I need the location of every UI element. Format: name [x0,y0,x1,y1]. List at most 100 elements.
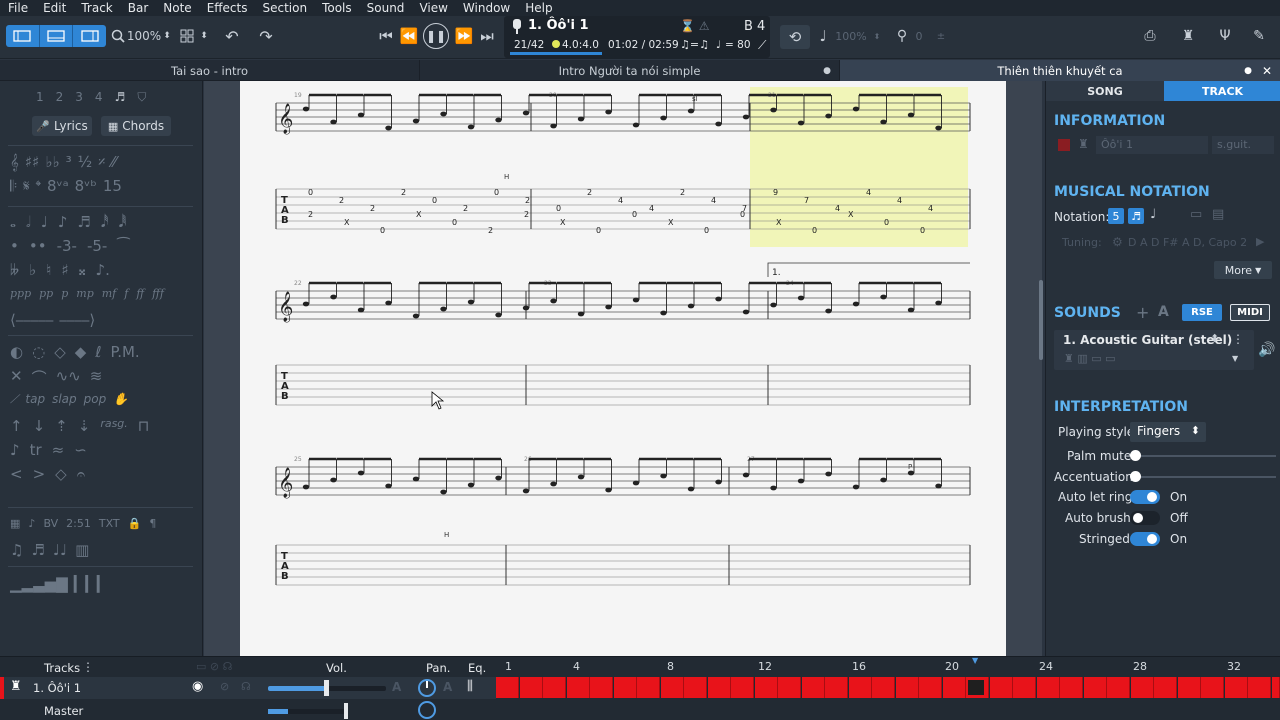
song-progress-bar[interactable] [510,52,602,55]
sharps-icon[interactable]: ♯♯ [25,153,40,171]
tuning-arrow-icon[interactable]: ▶ [1256,235,1264,248]
track-bar-cell[interactable] [613,677,637,698]
track-bar-cell[interactable] [872,677,895,698]
transpose-stepper-icon[interactable]: ± [934,25,948,47]
menu-bar-item[interactable]: Bar [120,1,156,15]
pan-knob[interactable] [418,679,436,697]
track-bar-cell[interactable] [496,677,519,698]
thirtysecond-note-icon[interactable]: 𝅘𝅥𝅰 [101,213,109,231]
track-bar-cell[interactable] [684,677,707,698]
view-left-panel-icon[interactable] [6,25,40,47]
pilcrow-icon[interactable]: ¶ [149,517,156,530]
track-bar-cell[interactable] [801,677,825,698]
tab-thien-thien[interactable]: Thiên thiên khuyết ca ● ✕ [840,60,1280,81]
strum-icon[interactable]: ▥ [75,541,89,559]
triplet-icon[interactable]: ³ [66,153,72,171]
speaker-icon[interactable]: 🔊 [1258,342,1275,358]
track-volume-handle[interactable] [324,680,329,696]
bar-marker-1[interactable]: 1 [505,660,512,673]
master-volume-handle[interactable] [344,703,348,719]
volume-automation-icon[interactable]: A [392,680,401,694]
triplet-3-icon[interactable]: -3- [57,237,77,255]
track-bar-cell[interactable] [590,677,613,698]
bar-marker-16[interactable]: 16 [852,660,866,673]
track-color-swatch[interactable] [1058,139,1070,151]
tap-button[interactable]: tap [25,392,45,407]
vibrato-icon[interactable]: ∿∿ [56,367,81,388]
voice-3-button[interactable]: 3 [75,90,83,105]
natural-icon[interactable]: ♮ [46,261,51,279]
accentuation-slider[interactable] [1138,476,1276,478]
ottava-icon[interactable]: 8ᵛᵃ [47,177,69,195]
menu-edit[interactable]: Edit [35,1,73,15]
track-bar-cell[interactable] [1201,677,1224,698]
segno-icon[interactable]: 𝄋 [23,177,29,195]
score-notation[interactable]: 𝄞TAB192021𝄞TAB222324𝄞TAB2526270222020202… [240,81,1006,656]
rewind-icon[interactable]: ⏪ [398,25,420,47]
sound-bank-box[interactable]: 1. Acoustic Guitar (steel) ⬍ ⋮ ♜ ▥ ▭ ▭ ▼ [1054,330,1254,370]
sixtyfourth-note-icon[interactable]: 𝅘𝅥𝅱 [119,213,127,231]
dyn-f[interactable]: f [124,287,128,300]
crescendo-icon[interactable]: ⟨⎯⎯⎯⎯⎯ [10,311,53,329]
upstroke-icon[interactable]: ↑ [10,417,23,435]
visibility-eye-icon[interactable]: ◉ [192,679,203,694]
dyn-ppp[interactable]: ppp [10,287,31,300]
dyn-fff[interactable]: fff [152,287,164,300]
playhead-marker-icon[interactable]: ▼ [972,656,978,665]
track-row-name[interactable]: 1. Ôô'i 1 [33,681,81,695]
sound-signal-chain-icon[interactable]: ♜ ▥ ▭ ▭ [1064,352,1116,365]
chord-grid-icon[interactable]: ▦ [10,517,20,530]
redo-icon[interactable]: ↷ [254,25,278,47]
multi-voice-icon[interactable]: ♬ [115,90,126,105]
metronome-icon[interactable]: ⌛ ⚠ [680,19,710,33]
tuning-gear-icon[interactable]: ⚙ [1112,235,1123,249]
slide-icon[interactable]: ⟋ [10,392,18,407]
track-name-field[interactable]: Ôô'i 1 [1096,136,1208,154]
current-bar-cell[interactable] [968,680,984,695]
zoom-stepper-icon[interactable]: ⬍ [161,25,173,47]
voice-2-button[interactable]: 2 [56,90,64,105]
bar-marker-4[interactable]: 4 [573,660,580,673]
midi-button[interactable]: MIDI [1230,304,1270,321]
note-text-icon[interactable]: ♪ [28,517,35,530]
tab-close-icon[interactable]: ✕ [1262,64,1272,78]
fast-forward-icon[interactable]: ⏩ [453,25,475,47]
tempo-stepper-icon[interactable]: ⬍ [872,25,882,47]
eighth-note-icon[interactable]: ♪ [58,213,68,231]
track-bar-cell[interactable] [519,677,543,698]
slap-button[interactable]: slap [52,392,77,407]
hand-icon[interactable]: ✋ [113,392,128,407]
track-bar-cell[interactable] [848,677,872,698]
track-bar-cell[interactable] [707,677,731,698]
track-bar-cell[interactable] [1154,677,1177,698]
tab-intro-nguoi-ta[interactable]: Intro Người ta nói simple ● [420,60,840,81]
auto-brush-toggle[interactable] [1130,511,1160,525]
barre-button[interactable]: BV [43,517,58,530]
fraction-icon[interactable]: ½ [78,153,93,171]
track-bar-cell[interactable] [1224,677,1248,698]
menu-sound[interactable]: Sound [359,1,412,15]
track-short-name-field[interactable]: s.guit. [1212,136,1274,154]
track-bar-cell[interactable] [895,677,919,698]
half-note-icon[interactable]: 𝅗𝅥 [26,213,31,231]
repeat-icon[interactable]: 𝄆 [10,177,17,195]
accent-icon[interactable]: ◇ [54,343,66,361]
tie-icon[interactable]: ⁀ [117,237,129,255]
ottava-bassa-icon[interactable]: 8ᵛᵇ [75,177,97,195]
automation-a-icon[interactable]: A [1158,304,1169,320]
sound-menu-icon[interactable]: ⋮ [1232,332,1244,346]
dyn-pp[interactable]: pp [39,287,53,300]
tab-song[interactable]: SONG [1046,81,1164,101]
zoom-value[interactable]: 100% [127,25,161,47]
view-bottom-panel-icon[interactable] [40,25,74,47]
tempo-automation-icon[interactable]: ▎▎▎ [74,575,109,593]
master-volume-slider[interactable] [268,709,348,714]
palm-mute-icon[interactable]: P.M. [110,343,139,361]
relative-speed-note-icon[interactable]: ♩ [816,25,830,47]
track-bar-cell[interactable] [825,677,848,698]
track-bar-cell[interactable] [731,677,754,698]
track-bar-cell[interactable] [1130,677,1154,698]
go-to-start-icon[interactable]: ⏮ [376,25,396,47]
mute-icon[interactable]: ⊘ [220,680,229,693]
tuning-value[interactable]: D A D F# A D, Capo 2 [1128,236,1247,249]
